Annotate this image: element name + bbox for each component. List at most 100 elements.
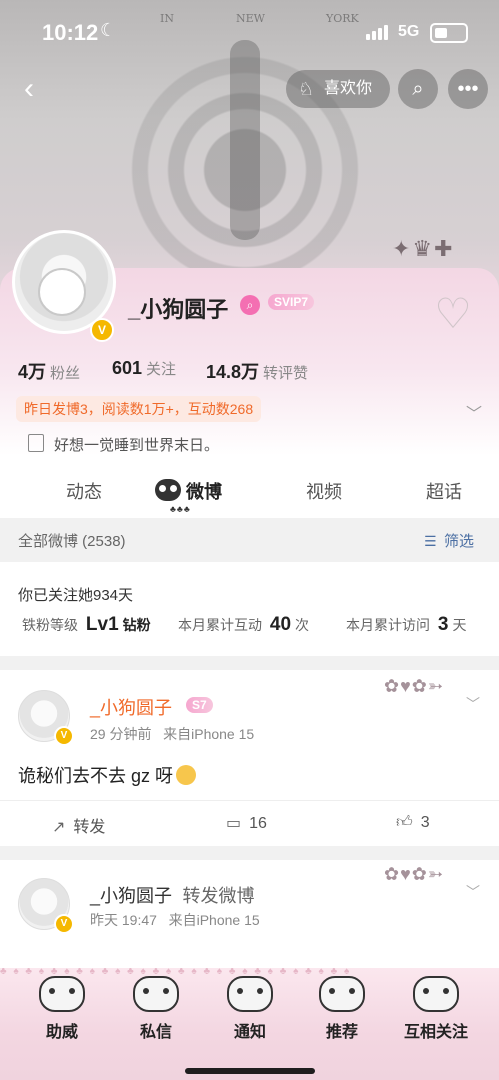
post-meta: 昨天 19:47 来自iPhone 15: [90, 912, 260, 928]
mutual-follow-label: 互相关注: [403, 1024, 468, 1041]
more-dots-icon[interactable]: •••: [448, 69, 488, 109]
message-label: 私信: [139, 1024, 172, 1041]
interact-unit: 次: [295, 617, 310, 633]
chevron-down-icon[interactable]: ﹀: [466, 400, 482, 424]
post-author[interactable]: _小狗圆子: [90, 886, 172, 906]
filter-icon: ☰: [424, 533, 437, 549]
fan-info-card: 你已关注她934天 铁粉等级 Lv1 钻粉 本月累计互动 40 次 本月累计访问 3…: [0, 562, 499, 656]
moon-icon: ☾: [100, 20, 117, 40]
visit-value: 3: [437, 614, 449, 635]
thumbs-up-icon: 👍︎: [396, 814, 413, 831]
fan-level-suffix: 钻粉: [122, 617, 151, 633]
fan-level-label: 铁粉等级: [22, 617, 78, 633]
stat-followers[interactable]: 4万 粉丝: [18, 358, 80, 384]
verified-icon: V: [54, 914, 74, 934]
stat-reposts-comments-likes[interactable]: 14.8万 转评赞: [206, 358, 308, 384]
home-indicator[interactable]: [185, 1068, 315, 1074]
tab-super-topic[interactable]: 超话: [426, 478, 462, 504]
interact-label: 本月累计互动: [178, 617, 262, 633]
club-icon: ♣♣♣: [170, 504, 191, 514]
repost-icon: ↗: [52, 819, 66, 836]
follow-days: 你已关注她934天: [18, 587, 134, 604]
status-time: 10:12: [42, 20, 99, 45]
stat-value: 601: [112, 358, 143, 378]
like-count: 3: [420, 814, 430, 831]
activity-summary[interactable]: 昨日发博3，阅读数1万+，互动数268: [16, 396, 262, 422]
profile-tabs: 动态 微博 视频 超话: [0, 470, 499, 516]
mutual-follow-button[interactable]: 互相关注: [388, 976, 484, 1042]
filter-bar: 全部微博 (2538) ☰ 筛选: [0, 518, 499, 562]
recommend-label: 推荐: [325, 1024, 358, 1041]
profile-stats: 4万 粉丝 601 关注 14.8万 转评赞: [18, 358, 478, 382]
vip-badge: S7: [186, 697, 213, 713]
post-header: _小狗圆子 转发微博: [90, 882, 254, 908]
bear-icon: [319, 976, 365, 1012]
cheer-button[interactable]: 助威: [14, 976, 110, 1042]
post-actions: ↗ 转发 ▭ 16 👍︎ 3: [0, 800, 499, 847]
chevron-down-icon[interactable]: ﹀: [466, 694, 480, 714]
post-text: 诡秘们去不去 gz 呀: [18, 762, 197, 788]
bottom-action-bar: 助威 私信 通知 推荐 互相关注: [0, 968, 499, 1080]
tab-weibo[interactable]: 微博: [186, 478, 222, 504]
comment-button[interactable]: ▭ 16: [226, 813, 267, 833]
all-posts-label[interactable]: 全部微博 (2538): [18, 530, 126, 551]
battery-icon: [430, 23, 468, 43]
cheer-label: 助威: [45, 1024, 78, 1041]
vip-badge[interactable]: SVIP7: [268, 294, 315, 310]
monthly-visits: 本月累计访问 3天: [346, 614, 466, 636]
bear-icon: [413, 976, 459, 1012]
signal-icon: [366, 24, 392, 40]
search-badge-icon[interactable]: ⌕: [240, 295, 260, 315]
profile-bio: 好想一觉睡到世界末日。: [28, 434, 219, 455]
network-type: 5G: [398, 23, 420, 40]
notify-button[interactable]: 通知: [202, 976, 298, 1042]
bear-icon: [155, 479, 181, 501]
comment-icon: ▭: [226, 815, 242, 832]
repost-tag: 转发微博: [182, 886, 255, 906]
sticker-decoration: ✦♛✚: [392, 236, 455, 261]
repost-label: 转发: [73, 819, 106, 836]
post-meta: 29 分钟前 来自iPhone 15: [90, 726, 255, 742]
post-author[interactable]: _小狗圆子: [90, 694, 172, 720]
filter-button[interactable]: ☰ 筛选: [424, 530, 474, 551]
cover-figure: [230, 40, 260, 240]
document-icon: [28, 434, 44, 452]
tab-dynamic[interactable]: 动态: [66, 478, 102, 504]
search-icon[interactable]: ⌕: [398, 69, 438, 109]
visit-unit: 天: [452, 617, 467, 633]
interact-value: 40: [269, 614, 292, 635]
profile-username: _小狗圆子: [128, 297, 229, 322]
divider: [0, 846, 499, 860]
filter-label: 筛选: [444, 533, 475, 550]
bear-icon: [227, 976, 273, 1012]
verified-icon: V: [90, 318, 114, 342]
stat-label: 粉丝: [50, 365, 81, 382]
chevron-left-icon[interactable]: ‹: [12, 72, 46, 106]
monthly-interactions: 本月累计互动 40 次: [178, 614, 309, 636]
message-button[interactable]: 私信: [108, 976, 204, 1042]
tab-video[interactable]: 视频: [306, 478, 342, 504]
divider: [0, 656, 499, 670]
bio-text: 好想一觉睡到世界末日。: [54, 437, 220, 454]
post-body: 诡秘们去不去 gz 呀: [18, 766, 174, 786]
post-card[interactable]: V _小狗圆子 转发微博 ✿♥✿➳ ﹀ 昨天 19:47 来自iPhone 15: [0, 860, 499, 970]
chevron-down-icon[interactable]: ﹀: [466, 882, 480, 902]
avatar-face: [38, 268, 86, 316]
verified-icon: V: [54, 726, 74, 746]
post-card[interactable]: V _小狗圆子 S7 ✿♥✿➳ ﹀ 29 分钟前 来自iPhone 15 诡秘们…: [0, 670, 499, 846]
recommend-button[interactable]: 推荐: [294, 976, 390, 1042]
like-you-label: 喜欢你: [324, 80, 373, 97]
like-button[interactable]: 👍︎ 3: [396, 813, 430, 832]
bear-icon: [39, 976, 85, 1012]
stat-label: 转评赞: [263, 365, 309, 382]
repost-button[interactable]: ↗ 转发: [52, 813, 105, 837]
fan-level[interactable]: 铁粉等级 Lv1 钻粉: [22, 614, 151, 636]
comment-count: 16: [249, 815, 267, 832]
stat-label: 关注: [146, 361, 177, 378]
visit-label: 本月累计访问: [346, 617, 430, 633]
notify-label: 通知: [233, 1024, 266, 1041]
stat-following[interactable]: 601 关注: [112, 358, 176, 379]
bear-icon: [133, 976, 179, 1012]
like-you-button[interactable]: ♘ 喜欢你: [286, 70, 390, 108]
sticker-decoration: ✿♥✿➳: [384, 676, 444, 696]
